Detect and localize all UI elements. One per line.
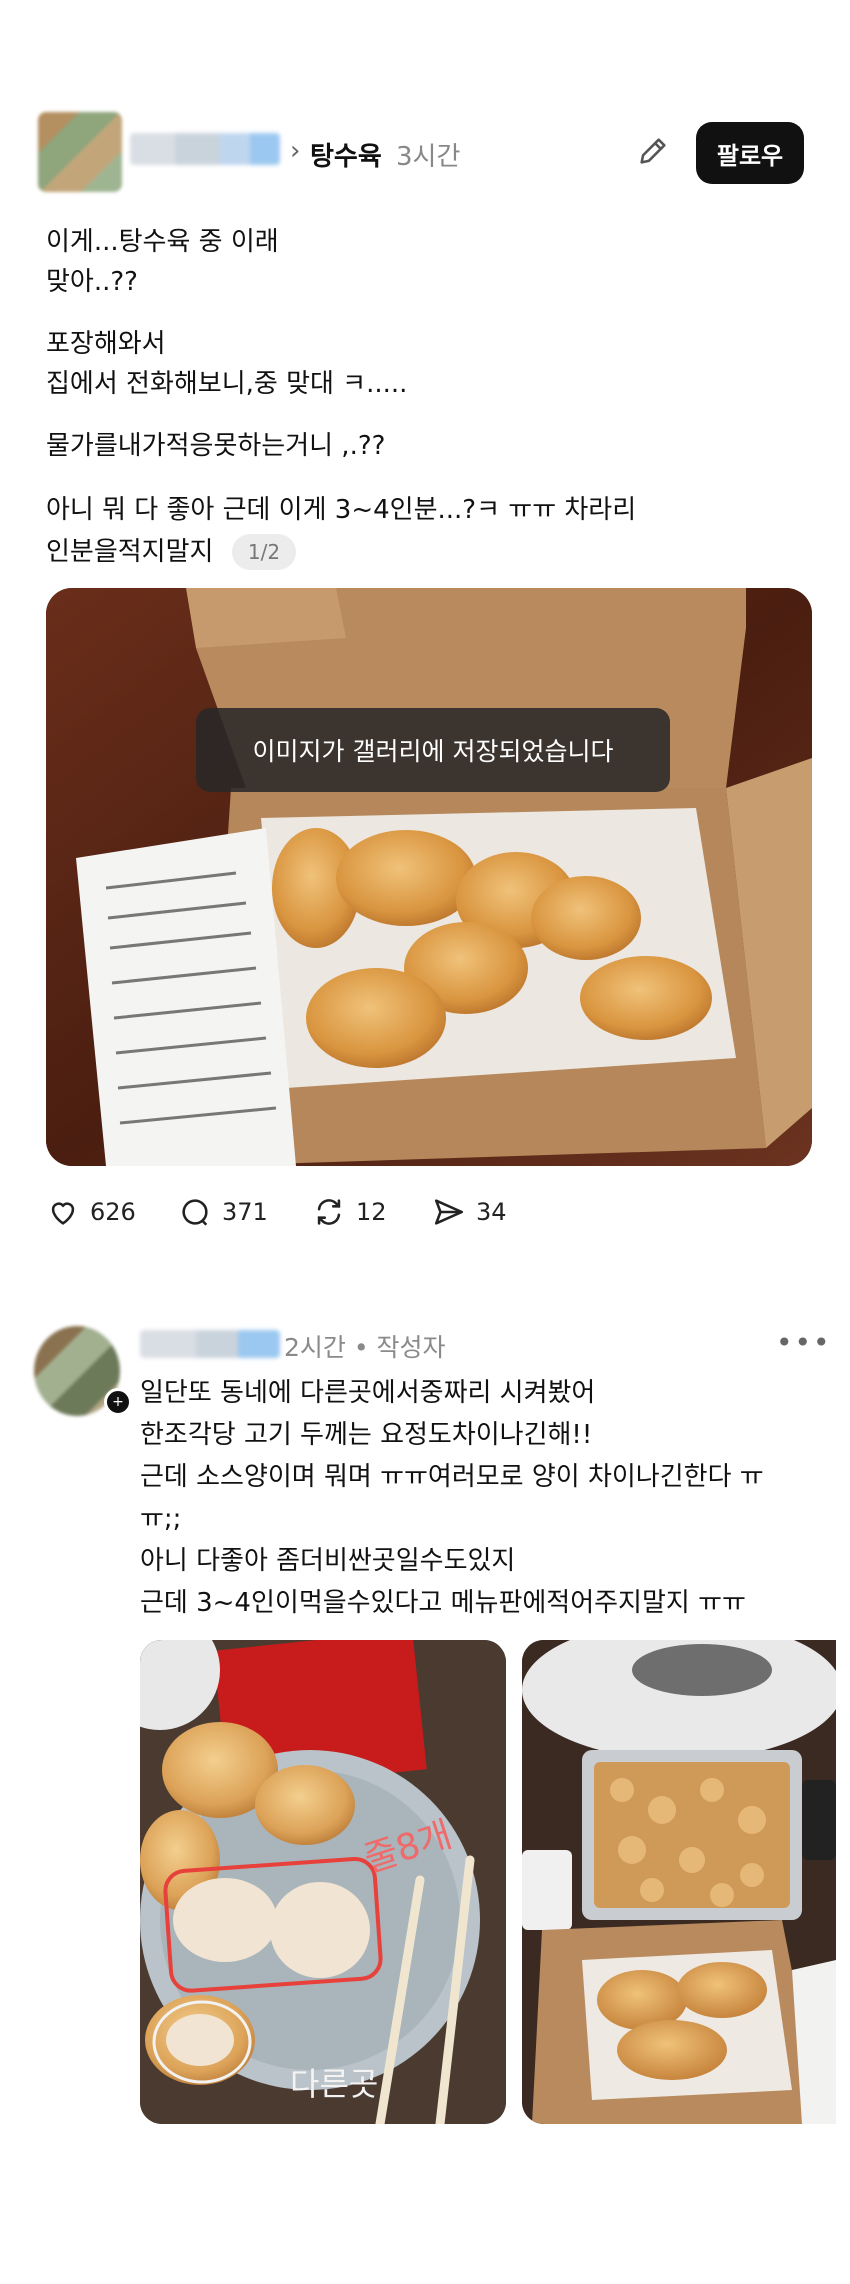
topic-tag[interactable]: 탕수육 (310, 136, 382, 173)
takeout-box-illustration (46, 588, 812, 1166)
handwriting-2: 다른곳 (290, 2065, 378, 2103)
reply-author-name-blurred[interactable] (140, 1330, 280, 1358)
repost-button[interactable]: 12 (312, 1194, 387, 1230)
like-button[interactable]: 626 (46, 1194, 136, 1230)
reply-photo-comparison[interactable]: 줄8개 다른곳 (140, 1640, 506, 2124)
comment-bubble-icon (182, 1199, 208, 1226)
add-follow-icon[interactable]: + (104, 1388, 132, 1416)
post-time: 3시간 (396, 142, 461, 172)
saved-toast: 이미지가 갤러리에 저장되었습니다 (196, 708, 670, 792)
more-options-icon[interactable]: ••• (776, 1326, 832, 1359)
post-text-line: 집에서 전화해보니,중 맞대 ㅋ..... (46, 369, 408, 399)
author-name-blurred[interactable] (130, 133, 280, 165)
reply-text-line: ㅠ;; (140, 1504, 182, 1534)
post-text-line: 이게...탕수육 중 이래 (46, 227, 279, 257)
comment-button[interactable]: 371 (178, 1194, 268, 1230)
comment-count: 371 (222, 1198, 268, 1226)
send-icon (434, 1199, 464, 1225)
repost-icon (317, 1199, 341, 1225)
follow-button[interactable]: 팔로우 (696, 122, 804, 184)
reply-meta: 2시간 • 작성자 (284, 1333, 446, 1362)
chevron-right-icon: › (290, 136, 301, 166)
repost-count: 12 (356, 1198, 387, 1226)
author-avatar[interactable] (38, 112, 122, 192)
post-text-line: 맞아..?? (46, 267, 138, 297)
reply-text-line: 근데 3~4인이먹을수있다고 메뉴판에적어주지말지 ㅠㅠ (140, 1588, 746, 1618)
packaged-food-illustration (522, 1640, 836, 2124)
reply-text-line: 근데 소스양이며 뭐며 ㅠㅠ여러모로 양이 차이나긴한다 ㅠ (140, 1462, 764, 1492)
reply-photo-packages[interactable] (522, 1640, 836, 2124)
post-text-line: 물가를내가적응못하는거니 ,.?? (46, 431, 386, 461)
reply-text-line: 일단또 동네에 다른곳에서중짜리 시켜봤어 (140, 1378, 596, 1408)
like-count: 626 (90, 1198, 136, 1226)
post-photo[interactable] (46, 588, 812, 1166)
edit-pencil-icon[interactable] (636, 134, 670, 168)
reply-text-line: 한조각당 고기 두께는 요정도차이나긴해!! (140, 1420, 593, 1450)
heart-icon (51, 1202, 75, 1225)
reply-text-line: 아니 다좋아 좀더비싼곳일수도있지 (140, 1546, 516, 1576)
share-count: 34 (476, 1198, 507, 1226)
share-button[interactable]: 34 (432, 1194, 507, 1230)
post-text-line: 아니 뭐 다 좋아 근데 이게 3~4인분...?ㅋ ㅠㅠ 차라리 (46, 495, 637, 525)
post-text-line: 인분을적지말지 (46, 537, 214, 567)
plate-comparison-illustration: 줄8개 다른곳 (140, 1640, 506, 2124)
image-pager: 1/2 (232, 534, 296, 570)
post-text-line: 포장해와서 (46, 329, 166, 359)
